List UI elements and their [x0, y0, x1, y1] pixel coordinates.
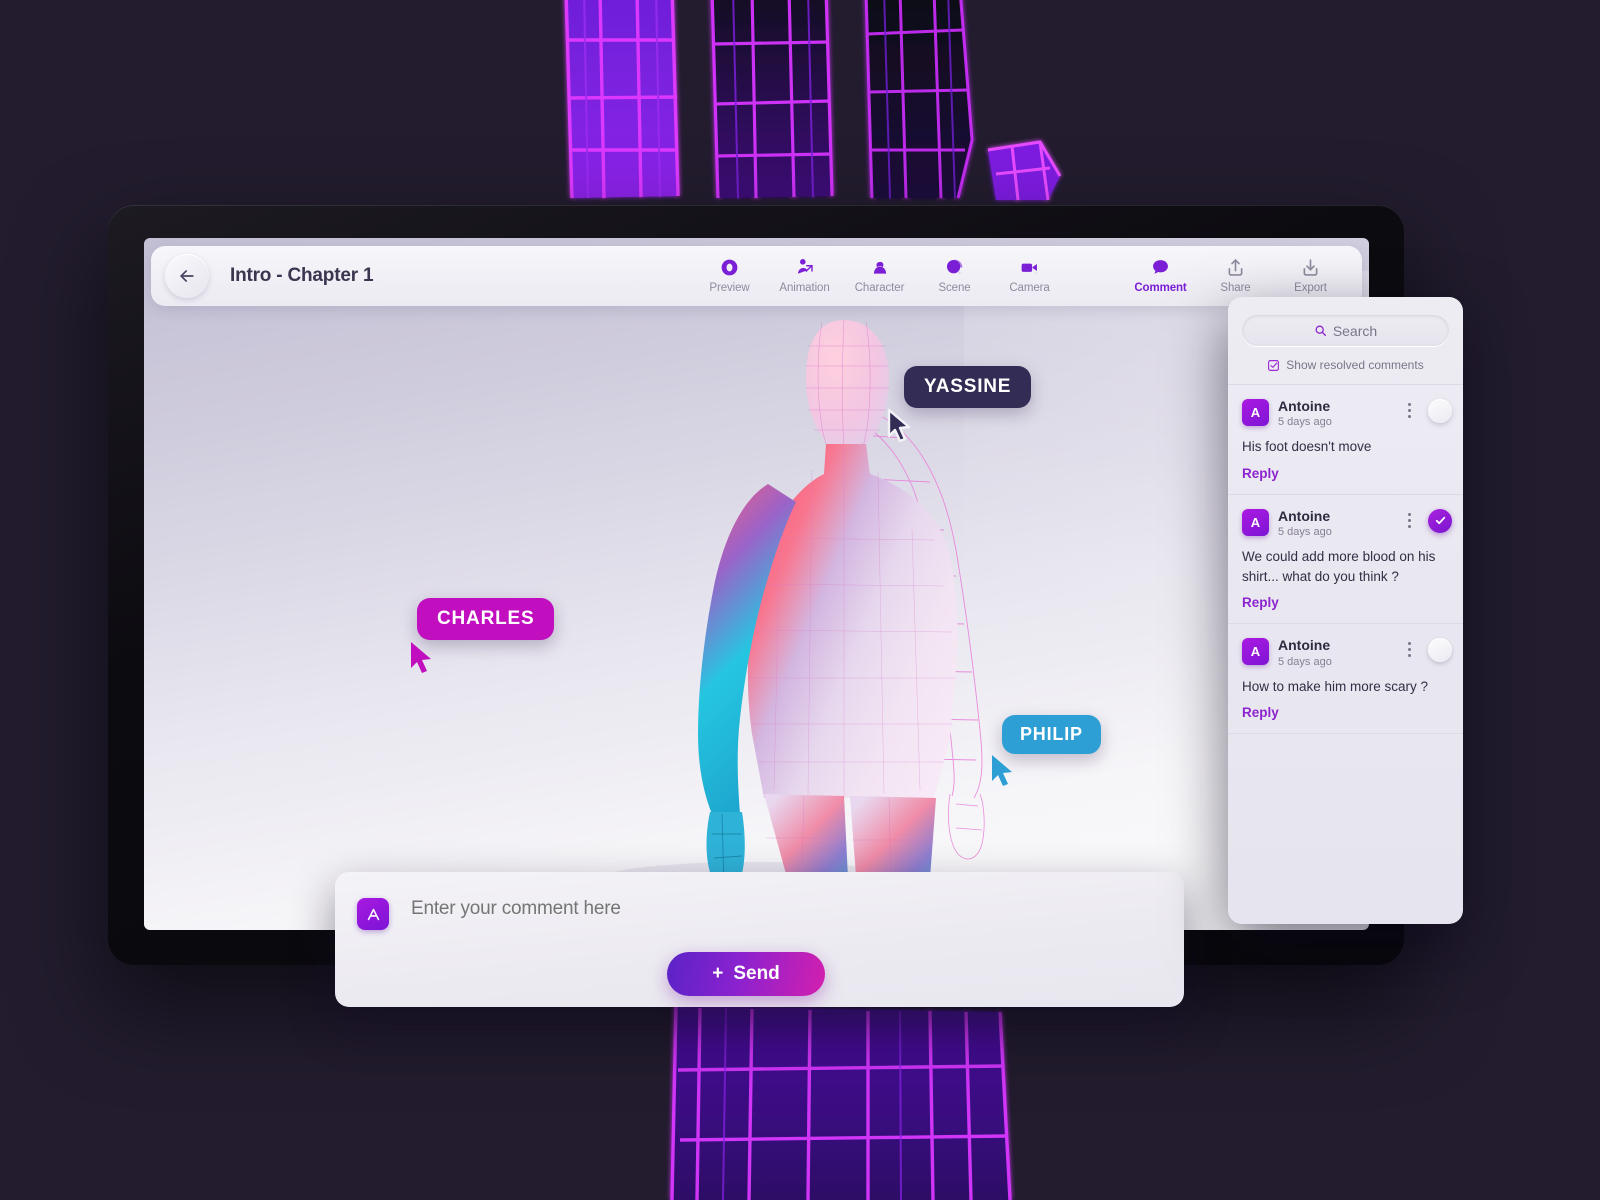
avatar: A	[1242, 508, 1269, 536]
comments-panel: Search Show resolved comments A Antoine …	[1228, 297, 1463, 924]
tool-label: Camera	[1009, 282, 1050, 294]
collaborator-name-tag: CHARLES	[417, 598, 555, 640]
comment-header: A Antoine 5 days ago	[1242, 507, 1449, 539]
toolbar-tools-right: Comment Share Export	[1123, 256, 1348, 296]
comment-header: A Antoine 5 days ago	[1242, 398, 1449, 429]
comment-text: His foot doesn't move	[1242, 439, 1372, 455]
tool-scene[interactable]: Scene	[917, 256, 992, 296]
tool-camera[interactable]: Camera	[992, 256, 1067, 296]
collaborator-name-tag: PHILIP	[1002, 715, 1101, 754]
comment-item: A Antoine 5 days ago How to make him mor…	[1228, 624, 1463, 735]
pointer-cursor-icon	[411, 642, 431, 673]
3d-viewport[interactable]	[144, 238, 1369, 930]
animation-person-icon	[794, 256, 816, 278]
collaborator-yassine[interactable]: YASSINE	[887, 366, 1032, 442]
tool-label: Share	[1220, 282, 1251, 294]
tool-share[interactable]: Share	[1198, 256, 1273, 296]
character-bust-icon	[869, 256, 891, 278]
comment-bubble-icon	[1150, 256, 1171, 278]
collaborator-philip[interactable]: PHILIP	[992, 715, 1101, 786]
comment-reply-link[interactable]: Reply	[1242, 595, 1449, 610]
back-button[interactable]	[165, 254, 209, 298]
avatar: A	[1242, 399, 1269, 426]
collaborator-charles[interactable]: CHARLES	[411, 598, 555, 673]
comment-author: Antoine	[1278, 507, 1331, 524]
tool-label: Comment	[1134, 282, 1187, 294]
collaborator-name-tag: YASSINE	[904, 366, 1032, 408]
pointer-cursor-icon	[887, 408, 911, 442]
comment-timestamp: 5 days ago	[1278, 416, 1332, 429]
comment-more-options-icon[interactable]	[1408, 642, 1411, 658]
comment-more-options-icon[interactable]	[1408, 512, 1411, 528]
avatar: A	[1242, 638, 1269, 666]
send-button[interactable]: + Send	[667, 952, 825, 996]
comment-composer: + Send	[335, 872, 1184, 1007]
comment-reply-link[interactable]: Reply	[1242, 466, 1449, 481]
comment-item: A Antoine 5 days ago His foot doesn't mo…	[1228, 385, 1463, 495]
comment-input[interactable]	[411, 898, 1031, 920]
send-label: Send	[733, 963, 780, 984]
camera-video-icon	[1018, 256, 1041, 278]
scene-sphere-icon	[944, 256, 965, 278]
comment-timestamp: 5 days ago	[1278, 655, 1332, 668]
comment-meta: Antoine 5 days ago	[1278, 637, 1332, 668]
tool-export[interactable]: Export	[1273, 256, 1348, 296]
search-placeholder: Search	[1332, 322, 1378, 339]
comment-text: How to make him more scary ?	[1242, 678, 1429, 694]
pointer-cursor-icon	[992, 755, 1012, 786]
comment-header: A Antoine 5 days ago	[1242, 637, 1449, 668]
search-icon	[1315, 325, 1326, 337]
share-upload-icon	[1225, 256, 1246, 278]
tool-comment[interactable]: Comment	[1123, 256, 1198, 296]
comment-more-options-icon[interactable]	[1408, 403, 1411, 418]
preview-eye-icon	[719, 256, 740, 278]
checkbox-check-icon	[1268, 359, 1280, 371]
comment-author: Antoine	[1278, 398, 1331, 414]
toolbar-tools-left: Preview Animation Character Scene Camera	[692, 256, 1067, 296]
avatar	[357, 898, 389, 930]
avatar-initial: A	[1250, 514, 1261, 530]
comment-meta: Antoine 5 days ago	[1278, 398, 1332, 429]
comment-meta: Antoine 5 days ago	[1278, 507, 1332, 539]
monitor-frame: Intro - Chapter 1 Preview Animation Char…	[108, 205, 1404, 965]
comment-resolve-toggle[interactable]	[1428, 508, 1452, 533]
comment-reply-link[interactable]: Reply	[1242, 705, 1449, 720]
show-resolved-label: Show resolved comments	[1286, 358, 1424, 372]
arrow-left-icon	[180, 270, 194, 282]
tool-label: Scene	[938, 282, 971, 294]
tool-label: Character	[854, 282, 905, 294]
comment-timestamp: 5 days ago	[1278, 526, 1332, 539]
tool-label: Preview	[709, 282, 750, 294]
check-icon	[1435, 517, 1445, 525]
screen-surface: Intro - Chapter 1 Preview Animation Char…	[144, 238, 1369, 930]
tool-animation[interactable]: Animation	[767, 256, 842, 296]
screenshot-root: Intro - Chapter 1 Preview Animation Char…	[0, 0, 1600, 1200]
tool-character[interactable]: Character	[842, 256, 917, 296]
user-a-glyph	[367, 908, 379, 920]
comment-resolve-toggle[interactable]	[1428, 399, 1452, 423]
export-download-icon	[1300, 256, 1321, 278]
tool-preview[interactable]: Preview	[692, 256, 767, 296]
comment-text: We could add more blood on his shirt... …	[1242, 549, 1436, 584]
tool-label: Animation	[779, 282, 830, 294]
plus-icon: +	[712, 963, 724, 984]
avatar-initial: A	[1250, 644, 1261, 660]
avatar-initial: A	[1250, 405, 1261, 420]
tool-label: Export	[1294, 282, 1327, 294]
comment-item: A Antoine 5 days ago We could add more b…	[1228, 495, 1463, 625]
app-toolbar: Intro - Chapter 1 Preview Animation Char…	[151, 246, 1362, 306]
comment-author: Antoine	[1278, 637, 1331, 654]
search-field[interactable]: Search	[1242, 315, 1449, 346]
page-title: Intro - Chapter 1	[230, 265, 374, 286]
show-resolved-toggle[interactable]: Show resolved comments	[1228, 358, 1463, 385]
